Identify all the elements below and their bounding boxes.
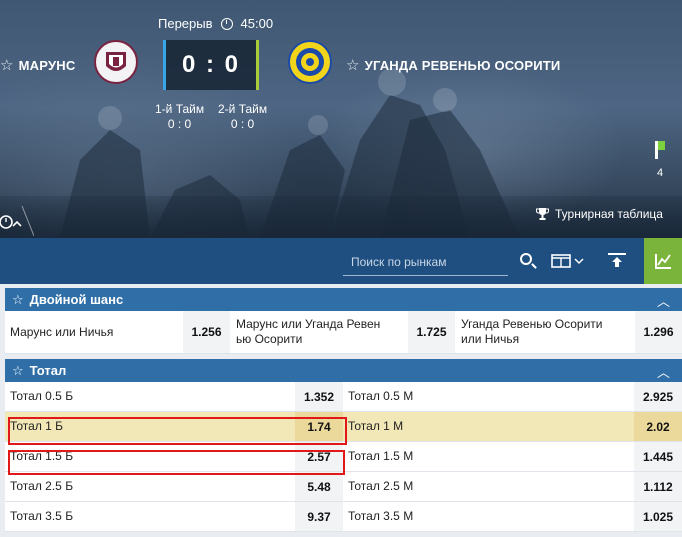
outcome-label-line: или Ничья — [461, 332, 520, 346]
outcome-cell-under[interactable]: Тотал 0.5 М 2.925 — [343, 382, 682, 411]
outcome-label: Тотал 3.5 М — [348, 509, 414, 523]
second-half-score: 2-й Тайм 0 : 0 — [218, 102, 267, 132]
trophy-icon — [536, 208, 549, 220]
odd-value[interactable]: 1.112 — [634, 472, 682, 501]
odd-value[interactable]: 1.445 — [634, 442, 682, 471]
tournament-table-link[interactable]: Турнирная таблица — [536, 207, 663, 221]
collapse-up-icon — [608, 253, 626, 267]
outcome-label: Уганда Ревенью Осорити или Ничья — [456, 317, 603, 347]
odd-value[interactable]: 2.02 — [634, 412, 682, 441]
clock-icon — [220, 17, 233, 30]
odd-value[interactable]: 1.74 — [295, 412, 343, 441]
outcome-label: Марунс или Уганда Ревен ью Осорити — [231, 317, 380, 347]
markets-list: ☆ Двойной шанс ︿ Марунс или Ничья 1.256 … — [5, 288, 682, 532]
corner-count: 4 — [657, 167, 664, 179]
layout-toggle-button[interactable] — [548, 238, 588, 284]
scoreboard: 0 : 0 — [163, 40, 259, 90]
outcome-label: Тотал 1 М — [348, 419, 404, 433]
outcome-label: Тотал 2.5 Б — [10, 479, 74, 493]
outcome-label: Марунс или Ничья — [10, 324, 114, 339]
status-label: Перерыв — [158, 16, 213, 31]
favorite-star-icon[interactable]: ☆ — [0, 56, 14, 74]
stats-chart-icon — [655, 254, 671, 269]
outcome-cell-under[interactable]: Тотал 2.5 М 1.112 — [343, 472, 682, 501]
outcome-label-line: Марунс или Уганда Ревен — [236, 317, 381, 331]
score: 0 : 0 — [181, 51, 241, 78]
match-header: Перерыв 45:00 ☆ МАРУНС 0 : 0 ☆ УГАНДА РЕ… — [0, 0, 682, 238]
away-team-logo — [288, 40, 332, 84]
odd-value[interactable]: 1.256 — [183, 311, 230, 353]
favorite-star-icon[interactable]: ☆ — [346, 56, 360, 74]
second-half-label: 2-й Тайм — [218, 102, 268, 116]
away-team-name: УГАНДА РЕВЕНЬЮ ОСОРИТИ — [364, 57, 561, 73]
match-time: 45:00 — [240, 16, 274, 31]
outcome-cell[interactable]: Марунс или Уганда Ревен ью Осорити 1.725 — [230, 311, 455, 353]
second-half-value: 0 : 0 — [230, 117, 255, 131]
odd-value[interactable]: 1.725 — [408, 311, 455, 353]
odd-value[interactable]: 1.296 — [635, 311, 682, 353]
outcome-cell[interactable]: Уганда Ревенью Осорити или Ничья 1.296 — [455, 311, 682, 353]
market-title: Двойной шанс — [29, 292, 124, 307]
outcome-label: Тотал 3.5 Б — [10, 509, 74, 523]
first-half-value: 0 : 0 — [167, 117, 192, 131]
outcome-label: Тотал 0.5 М — [348, 389, 414, 403]
markets-toolbar: Поиск по рынкам — [0, 238, 682, 284]
market-search-input[interactable]: Поиск по рынкам — [343, 246, 508, 276]
outcome-cell-under[interactable]: Тотал 1.5 М 1.445 — [343, 442, 682, 471]
chevron-up-icon[interactable]: ︿ — [657, 291, 670, 310]
favorite-star-icon[interactable]: ☆ — [12, 363, 24, 379]
odd-value[interactable]: 9.37 — [295, 502, 343, 531]
outcome-label: Тотал 1 Б — [10, 419, 64, 433]
outcome-cell-over[interactable]: Тотал 1.5 Б 2.57 — [5, 442, 343, 471]
home-team[interactable]: ☆ МАРУНС — [0, 56, 75, 74]
market-header-double-chance[interactable]: ☆ Двойной шанс ︿ — [5, 288, 682, 311]
outcome-cell-over[interactable]: Тотал 3.5 Б 9.37 — [5, 502, 343, 531]
outcome-cell-under[interactable]: Тотал 3.5 М 1.025 — [343, 502, 682, 531]
total-row-highlighted: Тотал 1 Б 1.74 Тотал 1 М 2.02 — [5, 412, 682, 442]
match-status: Перерыв 45:00 — [158, 16, 273, 31]
market-header-total[interactable]: ☆ Тотал ︿ — [5, 359, 682, 382]
home-team-logo — [94, 40, 138, 84]
statistics-button[interactable] — [644, 238, 682, 284]
outcome-label: Тотал 0.5 Б — [10, 389, 74, 403]
away-team[interactable]: ☆ УГАНДА РЕВЕНЬЮ ОСОРИТИ — [346, 56, 560, 74]
total-row: Тотал 0.5 Б 1.352 Тотал 0.5 М 2.925 — [5, 382, 682, 412]
total-row: Тотал 2.5 Б 5.48 Тотал 2.5 М 1.112 — [5, 472, 682, 502]
search-icon[interactable] — [520, 253, 532, 265]
outcome-label-line: ью Осорити — [236, 332, 303, 346]
collapse-all-button[interactable] — [598, 238, 636, 284]
outcome-cell-over[interactable]: Тотал 2.5 Б 5.48 — [5, 472, 343, 501]
odd-value[interactable]: 1.025 — [634, 502, 682, 531]
odd-value[interactable]: 5.48 — [295, 472, 343, 501]
home-team-name: МАРУНС — [18, 57, 76, 73]
corner-flag-icon — [655, 141, 665, 159]
tournament-table-label: Турнирная таблица — [555, 207, 663, 221]
market-row: Марунс или Ничья 1.256 Марунс или Уганда… — [5, 311, 682, 354]
outcome-cell-under[interactable]: Тотал 1 М 2.02 — [343, 412, 682, 441]
chevron-up-icon[interactable]: ︿ — [657, 362, 670, 381]
outcome-cell-over[interactable]: Тотал 0.5 Б 1.352 — [5, 382, 343, 411]
columns-icon — [551, 254, 584, 268]
odd-value[interactable]: 2.925 — [634, 382, 682, 411]
total-row: Тотал 3.5 Б 9.37 Тотал 3.5 М 1.025 — [5, 502, 682, 532]
odd-value[interactable]: 2.57 — [295, 442, 343, 471]
outcome-cell[interactable]: Марунс или Ничья 1.256 — [5, 311, 230, 353]
favorite-star-icon[interactable]: ☆ — [12, 292, 24, 308]
odd-value[interactable]: 1.352 — [295, 382, 343, 411]
outcome-label-line: Уганда Ревенью Осорити — [461, 317, 603, 331]
outcome-label: Тотал 1.5 М — [348, 449, 414, 463]
total-row: Тотал 1.5 Б 2.57 Тотал 1.5 М 1.445 — [5, 442, 682, 472]
stopwatch-icon — [0, 205, 35, 237]
first-half-label: 1-й Тайм — [155, 102, 205, 116]
outcome-label: Тотал 2.5 М — [348, 479, 414, 493]
first-half-score: 1-й Тайм 0 : 0 — [155, 102, 204, 132]
market-title: Тотал — [29, 363, 67, 378]
outcome-label: Тотал 1.5 Б — [10, 449, 74, 463]
collapse-header-button[interactable] — [0, 205, 35, 238]
outcome-cell-over[interactable]: Тотал 1 Б 1.74 — [5, 412, 343, 441]
